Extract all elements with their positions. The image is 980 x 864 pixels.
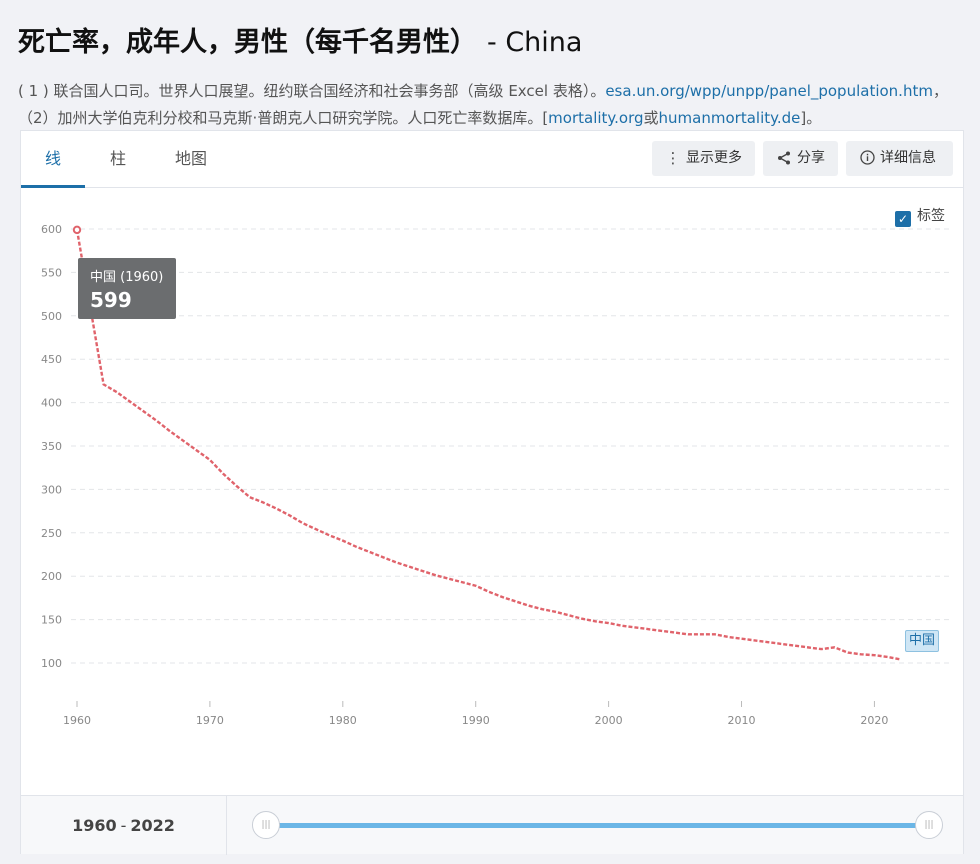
y-tick-label: 100 bbox=[41, 657, 62, 670]
x-tick-label: 2010 bbox=[728, 714, 756, 727]
labels-toggle[interactable]: ✓ 标签 bbox=[895, 205, 945, 227]
chart-card: 线 柱 地图 ⋮ 显示更多 分享 详细信息 100 150 200 250 300 350 4… bbox=[20, 130, 964, 855]
share-icon bbox=[775, 141, 793, 176]
chart-tabs: 线 柱 地图 ⋮ 显示更多 分享 详细信息 bbox=[21, 131, 963, 188]
source-link-un[interactable]: esa.un.org/wpp/unpp/panel_population.htm bbox=[605, 82, 933, 100]
tab-bar[interactable]: 柱 bbox=[87, 131, 149, 188]
source-line-2: （2）加州大学伯克利分校和马克斯·普朗克人口研究学院。人口死亡率数据库。[mor… bbox=[18, 109, 822, 127]
y-tick-label: 500 bbox=[41, 310, 62, 323]
year-range-label: 1960-2022 bbox=[21, 796, 227, 855]
page-title-country: - China bbox=[487, 27, 583, 58]
y-tick-label: 300 bbox=[41, 483, 62, 496]
x-tick-label: 1970 bbox=[196, 714, 224, 727]
y-tick-label: 400 bbox=[41, 397, 62, 410]
y-tick-label: 600 bbox=[41, 223, 62, 236]
tooltip-series: 中国 (1960) bbox=[90, 270, 164, 285]
data-point bbox=[72, 225, 82, 235]
y-tick-label: 250 bbox=[41, 527, 62, 540]
year-range-slider[interactable] bbox=[267, 823, 929, 828]
show-more-button[interactable]: ⋮ 显示更多 bbox=[652, 141, 755, 176]
info-icon bbox=[858, 141, 876, 176]
details-button[interactable]: 详细信息 bbox=[846, 141, 953, 176]
sources-note: ( 1 ) 联合国人口司。世界人口展望。纽约联合国经济和社会事务部（高级 Exc… bbox=[18, 78, 968, 132]
chart-tooltip: 中国 (1960) 599 bbox=[78, 258, 176, 319]
y-tick-label: 550 bbox=[41, 266, 62, 279]
tab-map[interactable]: 地图 bbox=[157, 131, 225, 188]
y-tick-label: 450 bbox=[41, 353, 62, 366]
x-tick-label: 1960 bbox=[63, 714, 91, 727]
x-tick-label: 2020 bbox=[860, 714, 888, 727]
tooltip-value: 599 bbox=[90, 288, 132, 312]
checkmark-icon[interactable]: ✓ bbox=[895, 211, 911, 227]
x-tick-label: 1980 bbox=[329, 714, 357, 727]
range-footer: 1960-2022 ||| ||| bbox=[21, 795, 963, 855]
range-end-handle[interactable]: ||| bbox=[915, 811, 943, 839]
page-title: 死亡率，成年人，男性（每千名男性） - China bbox=[18, 27, 583, 58]
source-link-mortality[interactable]: mortality.org bbox=[548, 109, 643, 127]
source-line-1: ( 1 ) 联合国人口司。世界人口展望。纽约联合国经济和社会事务部（高级 Exc… bbox=[18, 82, 948, 100]
chart-area: 100 150 200 250 300 350 400 450 500 550 600 1960 197… bbox=[21, 189, 963, 795]
range-start-handle[interactable]: ||| bbox=[252, 811, 280, 839]
share-button[interactable]: 分享 bbox=[763, 141, 838, 176]
y-tick-label: 200 bbox=[41, 570, 62, 583]
x-tick-label: 1990 bbox=[462, 714, 490, 727]
x-tick-label: 2000 bbox=[595, 714, 623, 727]
series-line-china bbox=[75, 229, 902, 661]
series-end-label[interactable]: 中国 bbox=[905, 630, 940, 652]
vertical-dots-icon: ⋮ bbox=[665, 149, 681, 167]
y-tick-label: 150 bbox=[41, 614, 62, 627]
source-link-humanmortality[interactable]: humanmortality.de bbox=[659, 109, 801, 127]
tab-line[interactable]: 线 bbox=[21, 131, 85, 188]
y-tick-label: 350 bbox=[41, 440, 62, 453]
